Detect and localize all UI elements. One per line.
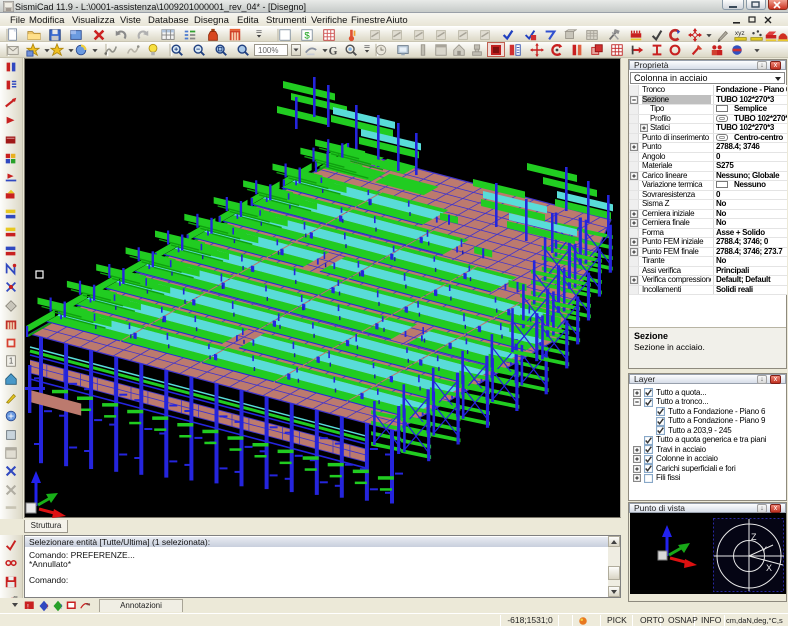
svg-text:Y: Y bbox=[761, 545, 767, 555]
svg-text:48: 48 bbox=[86, 602, 90, 606]
svg-text:G: G bbox=[329, 45, 338, 57]
svg-text:1: 1 bbox=[9, 357, 13, 366]
svg-text:X: X bbox=[766, 563, 772, 573]
svg-text:!: ! bbox=[27, 603, 29, 610]
svg-text:Z: Z bbox=[751, 532, 757, 542]
svg-text:$: $ bbox=[304, 31, 310, 42]
svg-text:!: ! bbox=[60, 603, 62, 610]
svg-text:xyz: xyz bbox=[735, 30, 745, 37]
svg-text:!: ! bbox=[46, 603, 48, 610]
